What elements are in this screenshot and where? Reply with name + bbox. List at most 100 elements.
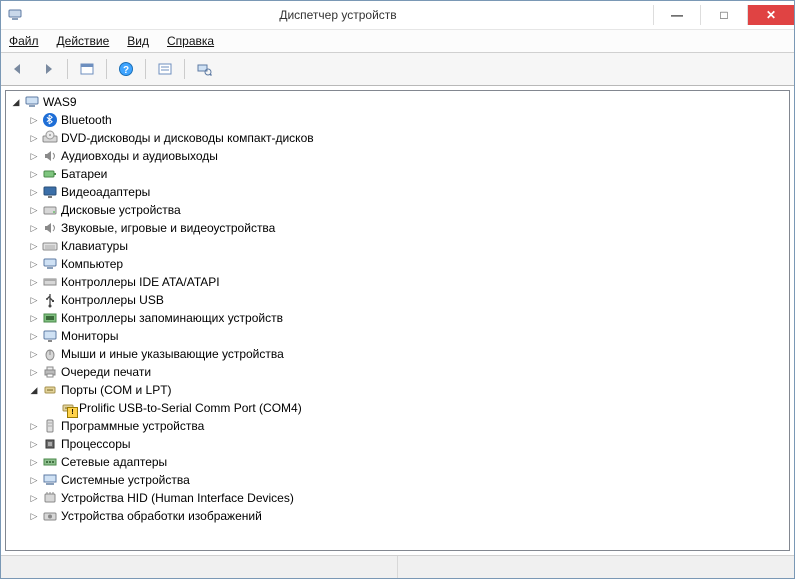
maximize-button[interactable]: □ xyxy=(700,5,747,25)
tree-category[interactable]: ▷ Устройства HID (Human Interface Devices… xyxy=(28,489,789,507)
tree-category[interactable]: ▷Процессоры xyxy=(28,435,789,453)
network-icon xyxy=(42,454,58,470)
battery-icon xyxy=(42,166,58,182)
tree-category-label: DVD-дисководы и дисководы компакт-дисков xyxy=(61,131,314,145)
expander-icon[interactable]: ▷ xyxy=(28,186,40,198)
tree-category-label: Батареи xyxy=(61,167,107,181)
tree-category[interactable]: ▷Видеоадаптеры xyxy=(28,183,789,201)
tree-category-label: Устройства HID (Human Interface Devices) xyxy=(61,491,294,505)
imaging-icon xyxy=(42,508,58,524)
mouse-icon xyxy=(42,346,58,362)
expander-icon[interactable]: ▷ xyxy=(28,330,40,342)
warning-overlay-icon: ! xyxy=(67,407,78,418)
tree-category-label: Программные устройства xyxy=(61,419,204,433)
tree-category-label: Сетевые адаптеры xyxy=(61,455,167,469)
menubar: Файл Действие Вид Справка xyxy=(1,30,794,53)
svg-text:?: ? xyxy=(123,65,129,76)
tree-category-label: Аудиовходы и аудиовыходы xyxy=(61,149,218,163)
menu-action[interactable]: Действие xyxy=(53,32,114,50)
tree-category[interactable]: ▷Звуковые, игровые и видеоустройства xyxy=(28,219,789,237)
forward-button[interactable] xyxy=(35,57,61,81)
tree-category[interactable]: ▷Мониторы xyxy=(28,327,789,345)
expander-icon[interactable]: ▷ xyxy=(28,132,40,144)
expander-icon[interactable]: ▷ xyxy=(28,510,40,522)
expander-icon[interactable]: ▷ xyxy=(28,276,40,288)
expander-icon[interactable]: ▷ xyxy=(28,420,40,432)
expander-icon[interactable]: ▷ xyxy=(28,366,40,378)
system-device-icon xyxy=(42,472,58,488)
expander-icon[interactable]: ◢ xyxy=(10,96,22,108)
expander-icon[interactable]: ▷ xyxy=(28,258,40,270)
expander-icon[interactable]: ▷ xyxy=(28,492,40,504)
tree-category[interactable]: ▷Клавиатуры xyxy=(28,237,789,255)
bluetooth-icon xyxy=(42,112,58,128)
toolbar-separator xyxy=(145,59,146,79)
tree-category-label: Системные устройства xyxy=(61,473,190,487)
expander-icon[interactable]: ▷ xyxy=(28,204,40,216)
disk-icon xyxy=(42,202,58,218)
tree-category[interactable]: ▷ Контроллеры запоминающих устройств xyxy=(28,309,789,327)
tree-category[interactable]: ▷ Очереди печати xyxy=(28,363,789,381)
tree-root-label: WAS9 xyxy=(43,95,77,109)
expander-icon[interactable]: ▷ xyxy=(28,438,40,450)
window-title: Диспетчер устройств xyxy=(23,8,653,22)
statusbar xyxy=(1,555,794,578)
menu-file[interactable]: Файл xyxy=(5,32,43,50)
software-device-icon xyxy=(42,418,58,434)
tree-category[interactable]: ▷ DVD-дисководы и дисководы компакт-диско… xyxy=(28,129,789,147)
tree-category-label: Очереди печати xyxy=(61,365,151,379)
cpu-icon xyxy=(42,436,58,452)
menu-help[interactable]: Справка xyxy=(163,32,218,50)
expander-icon[interactable]: ▷ xyxy=(28,456,40,468)
tree-category-label: Контроллеры запоминающих устройств xyxy=(61,311,283,325)
computer-icon xyxy=(42,256,58,272)
tree-category-label: Устройства обработки изображений xyxy=(61,509,262,523)
toolbar-separator xyxy=(67,59,68,79)
tree-category[interactable]: ▷Мыши и иные указывающие устройства xyxy=(28,345,789,363)
expander-icon[interactable]: ▷ xyxy=(28,168,40,180)
expander-icon[interactable]: ▷ xyxy=(28,240,40,252)
properties-button[interactable] xyxy=(152,57,178,81)
tree-category[interactable]: ▷Контроллеры IDE ATA/ATAPI xyxy=(28,273,789,291)
showhide-button[interactable] xyxy=(74,57,100,81)
storage-controller-icon xyxy=(42,310,58,326)
tree-category[interactable]: ▷Дисковые устройства xyxy=(28,201,789,219)
keyboard-icon xyxy=(42,238,58,254)
expander-icon[interactable]: ▷ xyxy=(28,474,40,486)
computer-icon xyxy=(24,94,40,110)
disc-drive-icon xyxy=(42,130,58,146)
expander-icon[interactable]: ▷ xyxy=(28,150,40,162)
ide-icon xyxy=(42,274,58,290)
tree-category[interactable]: ▷ Аудиовходы и аудиовыходы xyxy=(28,147,789,165)
expander-icon[interactable]: ▷ xyxy=(28,348,40,360)
titlebar[interactable]: Диспетчер устройств — □ ✕ xyxy=(1,1,794,30)
printer-icon xyxy=(42,364,58,380)
scan-button[interactable] xyxy=(191,57,217,81)
app-icon xyxy=(7,7,23,23)
tree-category[interactable]: ▷ Устройства обработки изображений xyxy=(28,507,789,525)
tree-category[interactable]: ▷ Системные устройства xyxy=(28,471,789,489)
expander-icon[interactable]: ▷ xyxy=(28,312,40,324)
tree-category[interactable]: ▷ Батареи xyxy=(28,165,789,183)
menu-view[interactable]: Вид xyxy=(123,32,153,50)
toolbar: ? xyxy=(1,53,794,86)
expander-icon[interactable]: ▷ xyxy=(28,294,40,306)
close-button[interactable]: ✕ xyxy=(747,5,794,25)
expander-icon[interactable]: ▷ xyxy=(28,114,40,126)
minimize-button[interactable]: — xyxy=(653,5,700,25)
tree-device[interactable]: ▷!Prolific USB-to-Serial Comm Port (COM4… xyxy=(46,399,789,417)
tree-root[interactable]: ◢ WAS9 xyxy=(10,93,789,111)
tree-category[interactable]: ▷ Сетевые адаптеры xyxy=(28,453,789,471)
window: Диспетчер устройств — □ ✕ Файл Действие … xyxy=(0,0,795,579)
back-button[interactable] xyxy=(5,57,31,81)
tree-category[interactable]: ▷Компьютер xyxy=(28,255,789,273)
tree-category[interactable]: ▷ Программные устройства xyxy=(28,417,789,435)
tree-category[interactable]: ▷Bluetooth xyxy=(28,111,789,129)
tree-category[interactable]: ◢Порты (COM и LPT) xyxy=(28,381,789,399)
device-tree-pane[interactable]: ◢WAS9▷Bluetooth▷DVD-дисководы и дисковод… xyxy=(5,90,790,551)
hid-icon xyxy=(42,490,58,506)
tree-category[interactable]: ▷Контроллеры USB xyxy=(28,291,789,309)
help-button[interactable]: ? xyxy=(113,57,139,81)
expander-icon[interactable]: ▷ xyxy=(28,222,40,234)
expander-icon[interactable]: ◢ xyxy=(28,384,40,396)
